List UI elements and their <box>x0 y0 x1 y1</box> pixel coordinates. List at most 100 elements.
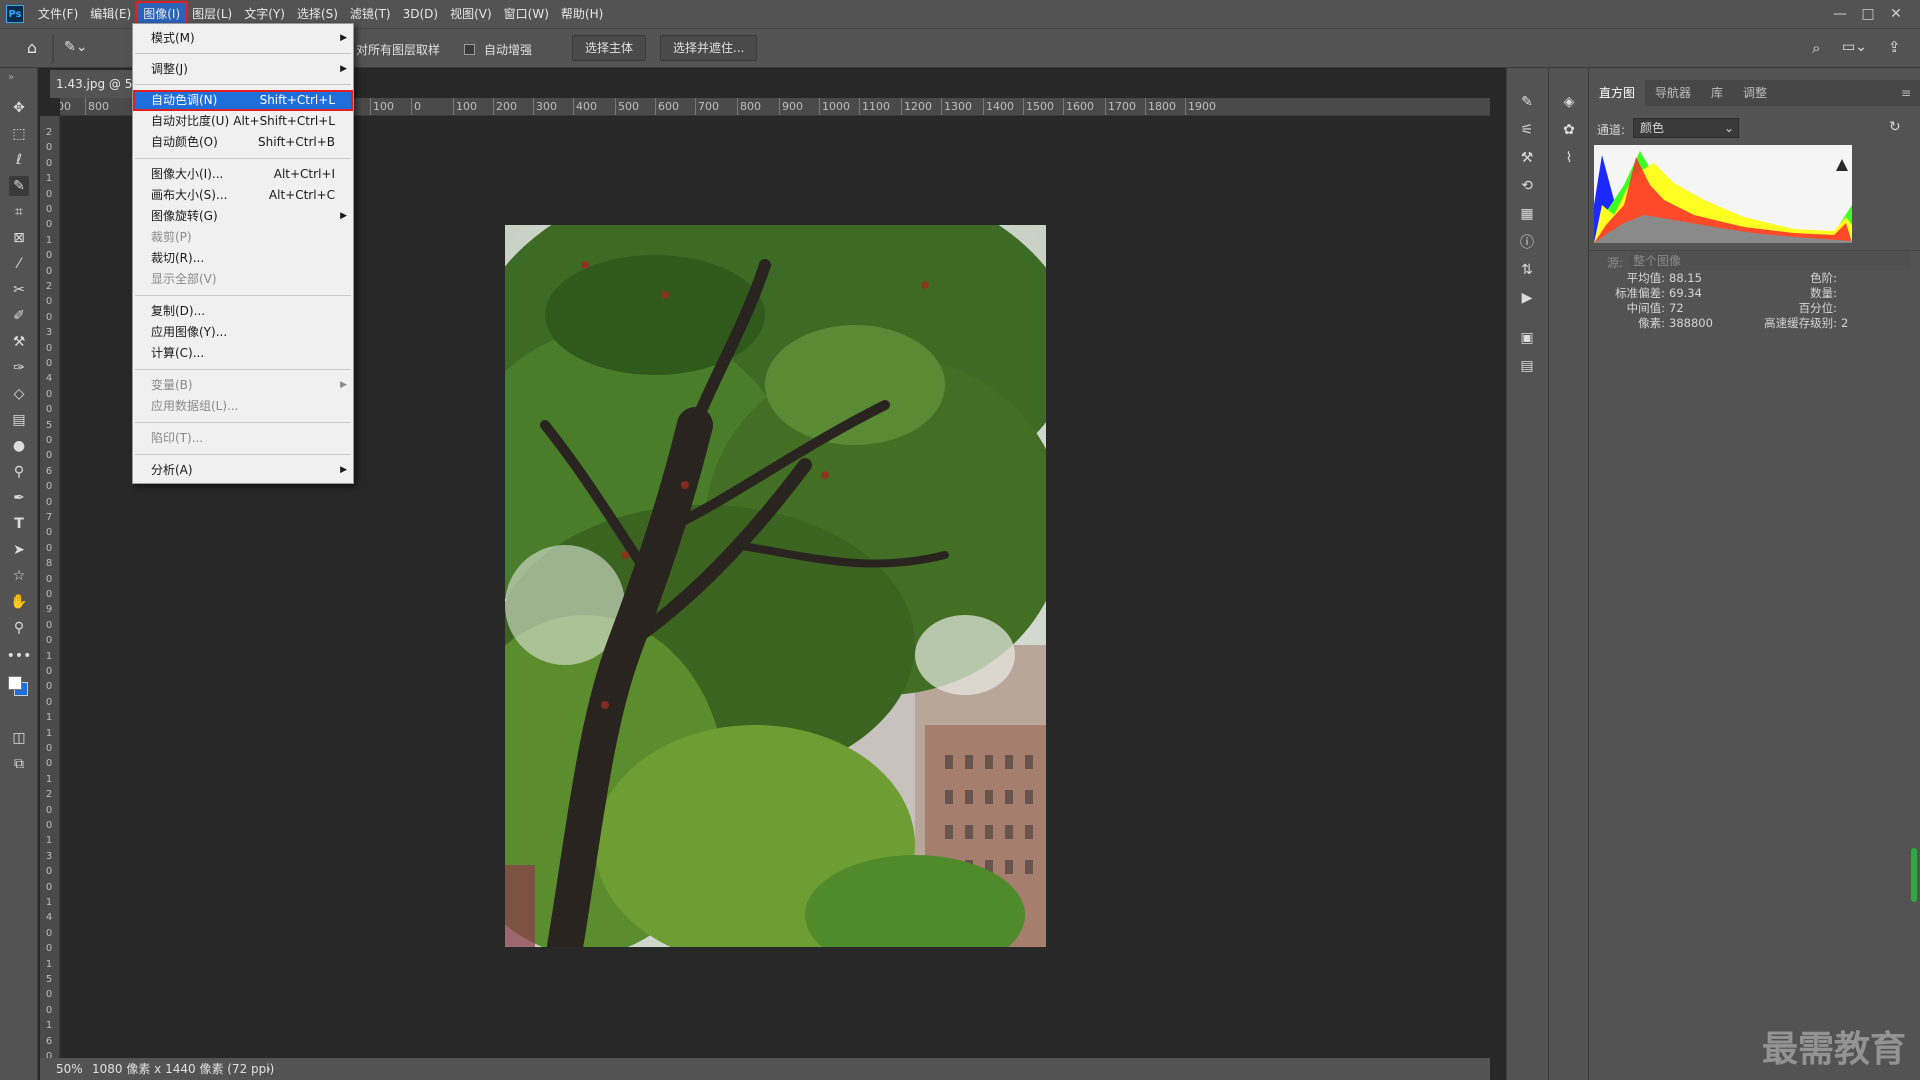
foreground-color-swatch[interactable] <box>8 676 22 690</box>
search-icon[interactable]: ⌕ <box>1812 39 1820 57</box>
refresh-icon[interactable]: ↻ <box>1889 119 1901 135</box>
image-menu-item-7[interactable]: 图像旋转(G) ▶ <box>133 206 353 227</box>
dodge-tool-icon[interactable]: ⚲ <box>9 462 29 482</box>
auto-enhance-checkbox[interactable] <box>464 44 475 55</box>
tree-photo[interactable] <box>505 225 1046 947</box>
source-select[interactable]: 整个图像 <box>1629 252 1911 270</box>
actions-play-icon[interactable]: ▶ <box>1517 288 1537 308</box>
eyedropper-tool-icon[interactable]: ⁄ <box>9 254 29 274</box>
tab-histogram[interactable]: 直方图 <box>1589 80 1646 106</box>
image-menu-item-17[interactable]: 分析(A) ▶ <box>133 460 353 481</box>
blur-tool-icon[interactable]: ● <box>9 436 29 456</box>
history-icon[interactable]: ⟲ <box>1517 176 1537 196</box>
tab-adjustments[interactable]: 调整 <box>1733 80 1777 106</box>
frame-tool-icon[interactable]: ⊠ <box>9 228 29 248</box>
hand-tool-icon[interactable]: ✋ <box>9 592 29 612</box>
share-icon[interactable]: ⇪ <box>1888 38 1901 56</box>
image-menu-item-12[interactable]: 应用图像(Y)... <box>133 322 353 343</box>
channel-select[interactable]: 颜色 ⌄ <box>1633 118 1739 138</box>
scrollbar-thumb[interactable] <box>1911 848 1917 902</box>
glyphs-icon[interactable]: ▣ <box>1517 328 1537 348</box>
paths-icon[interactable]: ⌇ <box>1559 148 1579 168</box>
eraser-tool-icon[interactable]: ◇ <box>9 384 29 404</box>
menu-item-1[interactable]: 编辑(E) <box>84 3 137 25</box>
tab-navigator[interactable]: 导航器 <box>1645 80 1701 106</box>
close-button[interactable]: ✕ <box>1882 6 1910 22</box>
clone-source-icon[interactable]: ⚒ <box>1517 148 1537 168</box>
screen-mode-icon[interactable]: ⧉ <box>9 754 29 774</box>
image-menu-item-5[interactable]: 图像大小(I)... Alt+Ctrl+I <box>133 164 353 185</box>
info-icon[interactable]: ⓘ <box>1517 232 1537 252</box>
image-menu-item-3[interactable]: 自动对比度(U) Alt+Shift+Ctrl+L <box>133 111 353 132</box>
image-menu-item-9[interactable]: 裁切(R)... <box>133 248 353 269</box>
layers-icon[interactable]: ◈ <box>1559 92 1579 112</box>
menu-item-3[interactable]: 图层(L) <box>186 3 238 25</box>
panel-menu-icon[interactable]: ≡ <box>1891 80 1920 106</box>
type-tool-icon[interactable]: T <box>9 514 29 534</box>
chevron-down-icon: ⌄ <box>1723 121 1734 135</box>
brush-tool-icon[interactable]: ✐ <box>9 306 29 326</box>
history-brush-tool-icon[interactable]: ✑ <box>9 358 29 378</box>
vruler-tick: 2 <box>45 281 53 292</box>
notes-icon[interactable]: ▤ <box>1517 356 1537 376</box>
menu-item-7[interactable]: 3D(D) <box>397 3 444 25</box>
menu-item-9[interactable]: 窗口(W) <box>498 3 555 25</box>
hruler-tick: 1600 <box>1066 100 1094 113</box>
healing-brush-tool-icon[interactable]: ✂ <box>9 280 29 300</box>
quick-mask-icon[interactable]: ◫ <box>9 728 29 748</box>
image-menu-item-4[interactable]: 自动颜色(O) Shift+Ctrl+B <box>133 132 353 153</box>
workspace-icon[interactable]: ▭⌄ <box>1842 39 1867 55</box>
menu-item-10[interactable]: 帮助(H) <box>555 3 609 25</box>
image-menu-item-13[interactable]: 计算(C)... <box>133 343 353 364</box>
vruler-tick: 0 <box>45 496 53 508</box>
image-menu-item-1[interactable]: 调整(J) ▶ <box>133 59 353 80</box>
crop-tool-icon[interactable]: ⌗ <box>9 202 29 222</box>
zoom-level[interactable]: 50% <box>56 1058 83 1080</box>
menu-item-6[interactable]: 滤镜(T) <box>344 3 397 25</box>
lasso-tool-icon[interactable]: ℓ <box>9 150 29 170</box>
collapse-icon[interactable]: » <box>8 72 14 83</box>
maximize-button[interactable]: □ <box>1854 6 1882 22</box>
gradient-tool-icon[interactable]: ▤ <box>9 410 29 430</box>
path-selection-tool-icon[interactable]: ➤ <box>9 540 29 560</box>
home-icon[interactable]: ⌂ <box>22 39 42 59</box>
minimize-button[interactable]: — <box>1826 6 1854 22</box>
menu-item-8[interactable]: 视图(V) <box>444 3 498 25</box>
menu-item-label: 自动颜色(O) <box>151 135 218 149</box>
channels-icon[interactable]: ✿ <box>1559 120 1579 140</box>
vruler-tick: 1 <box>45 173 53 185</box>
menu-item-0[interactable]: 文件(F) <box>32 3 84 25</box>
stat-row: 数量: <box>1753 286 1913 301</box>
menu-item-2[interactable]: 图像(I) <box>135 1 189 27</box>
marquee-tool-icon[interactable]: ⬚ <box>9 124 29 144</box>
menu-item-4[interactable]: 文字(Y) <box>238 3 291 25</box>
vruler-tick: 0 <box>45 635 53 647</box>
color-swatches[interactable] <box>8 676 30 698</box>
properties-icon[interactable]: ▦ <box>1517 204 1537 224</box>
image-menu-item-6[interactable]: 画布大小(S)... Alt+Ctrl+C <box>133 185 353 206</box>
quick-selection-tool-icon[interactable]: ✎ <box>9 176 29 196</box>
select-subject-button[interactable]: 选择主体 <box>572 35 647 61</box>
status-arrow-icon[interactable]: › <box>266 1058 271 1080</box>
adjustments-panel-icon[interactable]: ⚟ <box>1517 120 1537 140</box>
brush-settings-icon[interactable]: ✎ <box>1517 92 1537 112</box>
image-menu-item-0[interactable]: 模式(M) ▶ <box>133 28 353 49</box>
tab-libraries[interactable]: 库 <box>1701 80 1733 106</box>
select-and-mask-button[interactable]: 选择并遮住... <box>660 35 758 61</box>
vruler-tick: 0 <box>45 311 53 323</box>
pen-tool-icon[interactable]: ✒ <box>9 488 29 508</box>
menu-item-5[interactable]: 选择(S) <box>291 3 344 25</box>
shape-tool-icon[interactable]: ☆ <box>9 566 29 586</box>
menu-separator <box>135 53 351 54</box>
menu-item-label: 应用数据组(L)... <box>151 399 239 413</box>
more-tools-icon[interactable]: ••• <box>7 646 32 666</box>
image-menu-item-11[interactable]: 复制(D)... <box>133 301 353 322</box>
stat-value: 388800 <box>1669 316 1713 330</box>
layer-comps-icon[interactable]: ⇅ <box>1517 260 1537 280</box>
clone-stamp-tool-icon[interactable]: ⚒ <box>9 332 29 352</box>
hruler-tick: 200 <box>496 100 517 113</box>
quick-select-brush-icon[interactable]: ✎⌄ <box>64 39 96 59</box>
zoom-tool-icon[interactable]: ⚲ <box>9 618 29 638</box>
image-menu-item-2[interactable]: 自动色调(N) Shift+Ctrl+L <box>133 90 353 111</box>
move-tool-icon[interactable]: ✥ <box>9 98 29 118</box>
